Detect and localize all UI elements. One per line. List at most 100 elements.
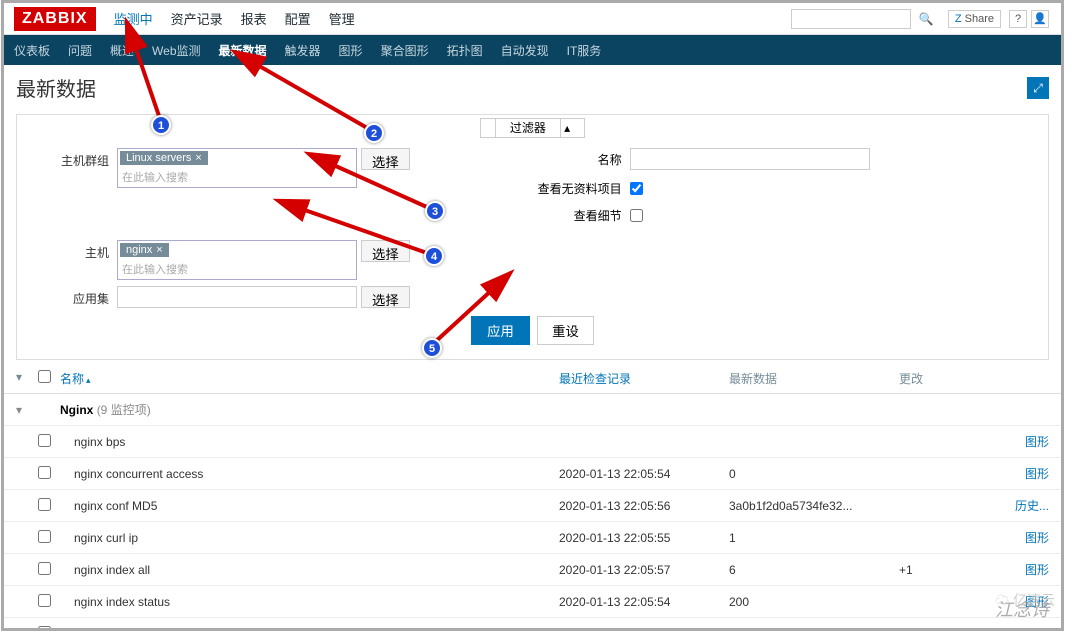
detail-checkbox[interactable] [630,209,643,222]
subnav-discovery[interactable]: 自动发现 [501,42,549,59]
item-lastcheck: 2020-01-13 22:05:54 [559,467,729,481]
subnav-dashboard[interactable]: 仪表板 [14,42,50,59]
subnav-maps[interactable]: 拓扑图 [447,42,483,59]
col-lastcheck[interactable]: 最近检查记录 [559,370,729,387]
item-link[interactable]: 图形 [999,561,1049,578]
item-lastcheck: 2020-01-13 22:05:56 [559,499,729,513]
hostgroup-label: 主机群组 [37,148,117,188]
detail-label: 查看细节 [530,207,630,224]
expand-all-icon[interactable]: ▾ [16,370,38,387]
item-link[interactable]: 图形 [999,625,1049,631]
search-icon[interactable]: 🔍 [919,12,934,26]
item-link[interactable]: 图形 [999,529,1049,546]
table-row: nginx bps 图形 [4,426,1061,458]
group-row[interactable]: ▾ Nginx (9 监控项) [4,394,1061,426]
col-name[interactable]: 名称 [60,370,559,387]
subnav-graphs[interactable]: 图形 [339,42,363,59]
reset-button[interactable]: 重设 [537,316,594,345]
search-input[interactable] [791,9,911,29]
annotation-3: 3 [425,201,445,221]
apply-button[interactable]: 应用 [471,316,530,345]
subnav-web[interactable]: Web监测 [152,42,200,59]
name-input[interactable] [630,148,870,170]
item-lastcheck: 2020-01-13 22:05:55 [559,531,729,545]
item-link[interactable]: 图形 [999,465,1049,482]
host-label: 主机 [37,240,117,280]
top-nav: ZABBIX 监测中 资产记录 报表 配置 管理 🔍 Z Share ? 👤 [4,3,1061,35]
appset-select-button[interactable]: 选择 [361,286,410,308]
user-icon[interactable]: 👤 [1031,10,1049,28]
row-checkbox[interactable] [38,594,51,607]
item-lastdata: 6 [729,563,899,577]
filter-toggle[interactable]: 过滤器 ▴ [480,118,585,138]
table-row: Nginx Running status 2020-01-13 22:06:00… [4,618,1061,631]
item-lastcheck: 2020-01-13 22:05:54 [559,595,729,609]
item-name: Nginx Running status [60,627,559,632]
table-row: nginx index status 2020-01-13 22:05:54 2… [4,586,1061,618]
share-button[interactable]: Z Share [948,10,1001,28]
host-tag[interactable]: nginx× [120,243,169,257]
row-checkbox[interactable] [38,434,51,447]
item-lastdata: 3a0b1f2d0a5734fe32... [729,499,899,513]
hostgroup-input[interactable]: Linux servers× 在此输入搜索 [117,148,357,188]
host-select-button[interactable]: 选择 [361,240,410,262]
noinfo-checkbox[interactable] [630,182,643,195]
table-row: nginx concurrent access 2020-01-13 22:05… [4,458,1061,490]
subnav-screens[interactable]: 聚合图形 [381,42,429,59]
annotation-1: 1 [151,115,171,135]
item-lastdata: 1 [729,627,899,632]
hostgroup-tag[interactable]: Linux servers× [120,151,208,165]
row-checkbox[interactable] [38,498,51,511]
appset-input[interactable] [117,286,357,308]
subnav-triggers[interactable]: 触发器 [285,42,321,59]
name-label: 名称 [530,151,630,168]
group-count: (9 监控项) [97,403,151,417]
item-lastcheck: 2020-01-13 22:06:00 [559,627,729,632]
noinfo-label: 查看无资料项目 [530,180,630,197]
item-change: +1 [899,563,999,577]
subnav-problems[interactable]: 问题 [68,42,92,59]
close-icon[interactable]: × [195,152,201,164]
subnav-latest-data[interactable]: 最新数据 [219,42,267,59]
nav-config[interactable]: 配置 [285,9,311,28]
subnav-it-services[interactable]: IT服务 [567,42,602,59]
nav-admin[interactable]: 管理 [329,9,355,28]
item-lastdata: 0 [729,467,899,481]
col-lastdata: 最新数据 [729,370,899,387]
help-icon[interactable]: ? [1009,10,1027,28]
item-name: nginx conf MD5 [60,499,559,513]
close-icon[interactable]: × [156,244,162,256]
row-checkbox[interactable] [38,530,51,543]
item-link[interactable]: 历史... [999,497,1049,514]
table-row: nginx curl ip 2020-01-13 22:05:55 1 图形 [4,522,1061,554]
item-link[interactable]: 图形 [999,433,1049,450]
appset-label: 应用集 [37,286,117,308]
host-input[interactable]: nginx× 在此输入搜索 [117,240,357,280]
watermark-cloud: ☁ 亿速云 [995,590,1055,610]
table-header: ▾ 名称 最近检查记录 最新数据 更改 [4,364,1061,394]
item-name: nginx index status [60,595,559,609]
filter-panel: 过滤器 ▴ 主机群组 Linux servers× 在此输入搜索 选择 名称 查… [16,114,1049,360]
nav-inventory[interactable]: 资产记录 [171,9,223,28]
item-name: nginx index all [60,563,559,577]
row-checkbox[interactable] [38,562,51,575]
nav-monitoring[interactable]: 监测中 [114,9,153,28]
hostgroup-select-button[interactable]: 选择 [361,148,410,170]
row-checkbox[interactable] [38,626,51,632]
item-name: nginx bps [60,435,559,449]
select-all-checkbox[interactable] [38,370,51,383]
item-name: nginx curl ip [60,531,559,545]
subnav-overview[interactable]: 概述 [110,42,134,59]
nav-reports[interactable]: 报表 [241,9,267,28]
col-change: 更改 [899,370,999,387]
collapse-icon[interactable]: ▾ [16,403,38,417]
table-row: nginx conf MD5 2020-01-13 22:05:56 3a0b1… [4,490,1061,522]
item-lastcheck: 2020-01-13 22:05:57 [559,563,729,577]
hostgroup-placeholder: 在此输入搜索 [118,167,356,187]
row-checkbox[interactable] [38,466,51,479]
logo[interactable]: ZABBIX [14,7,96,31]
annotation-4: 4 [424,246,444,266]
fullscreen-icon[interactable]: ⤢ [1027,77,1049,99]
table-row: nginx index all 2020-01-13 22:05:57 6 +1… [4,554,1061,586]
host-placeholder: 在此输入搜索 [118,259,356,279]
